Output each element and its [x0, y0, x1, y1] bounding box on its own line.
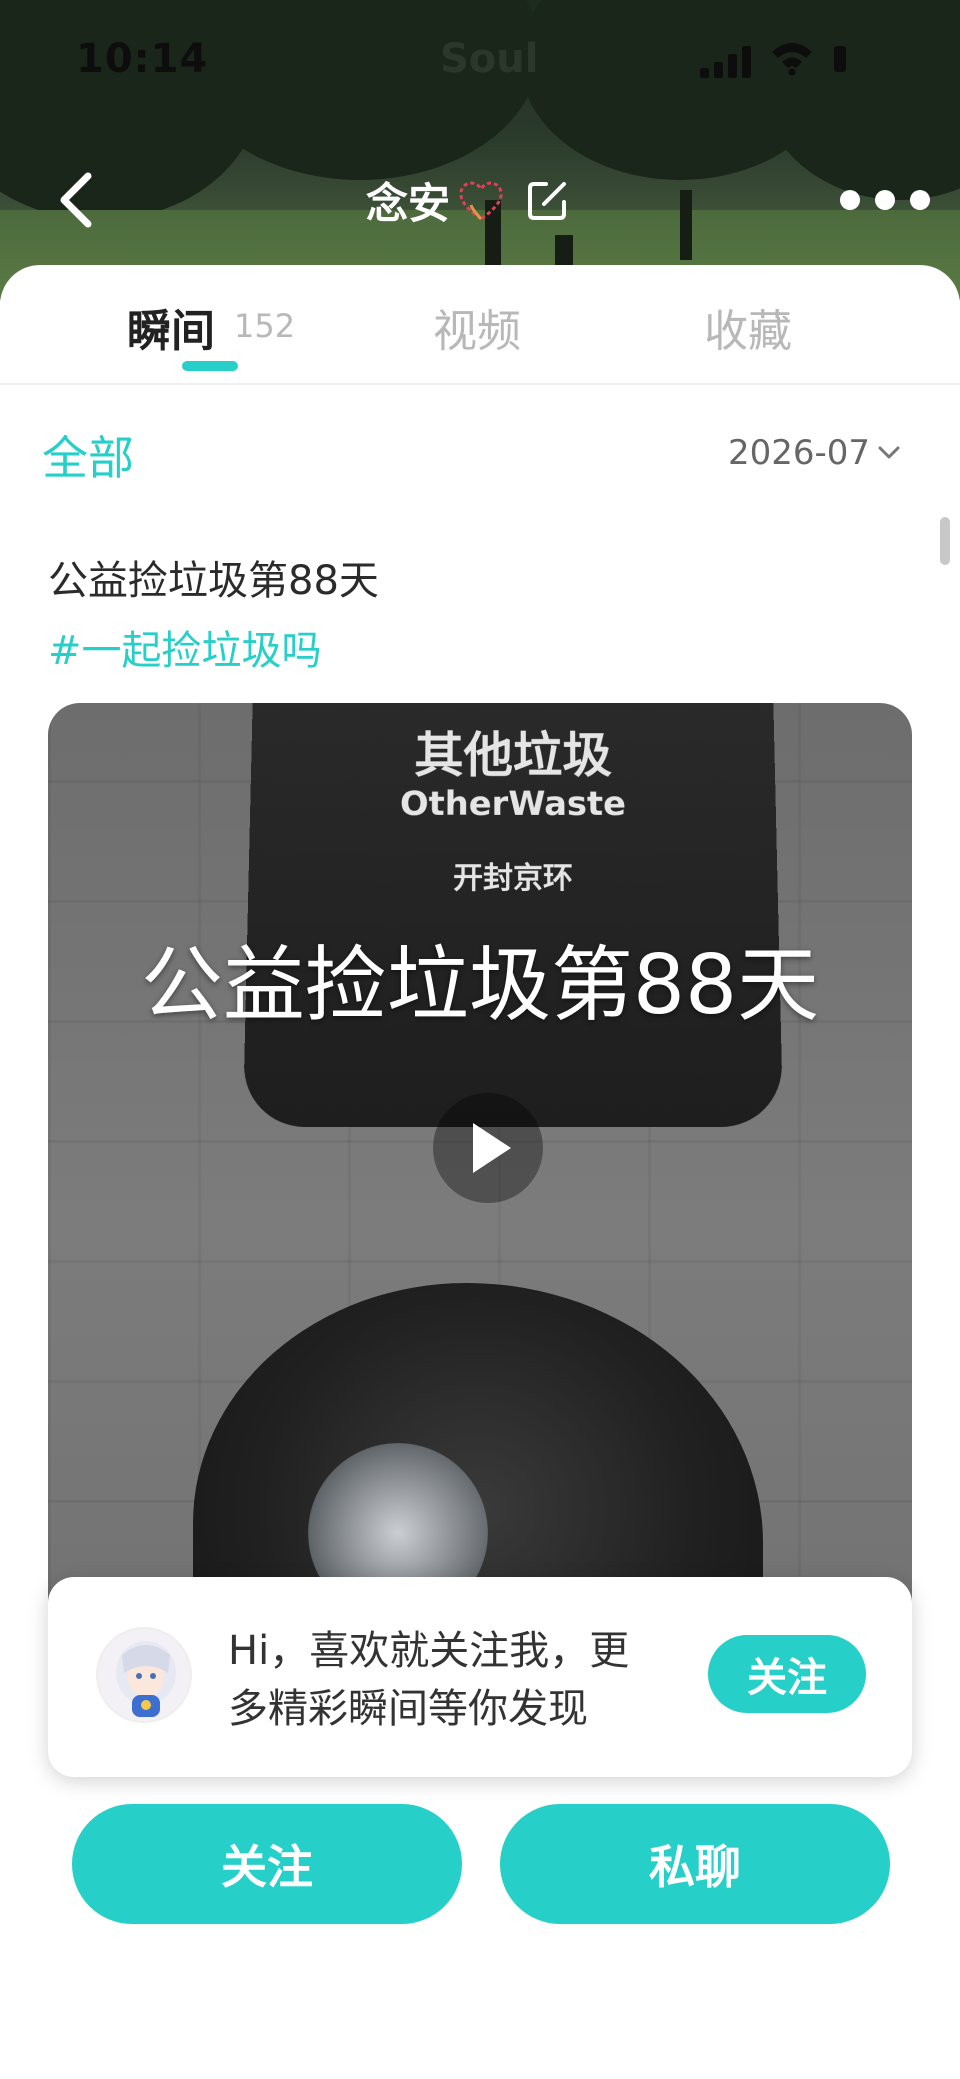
dot-icon	[910, 190, 930, 210]
bin-brand: 开封京环	[398, 853, 628, 897]
avatar[interactable]	[96, 1627, 192, 1723]
post-hashtag[interactable]: #一起捡垃圾吗	[48, 618, 322, 676]
more-options-button[interactable]	[840, 186, 930, 214]
profile-name: 念安	[366, 170, 450, 231]
back-icon[interactable]	[50, 168, 110, 232]
dot-icon	[840, 190, 860, 210]
tab-active-indicator	[182, 361, 238, 371]
follow-prompt-message: Hi，喜欢就关注我，更 多精彩瞬间等你发现	[228, 1622, 688, 1738]
status-bar: 10:14 Soul	[0, 30, 960, 90]
follow-button[interactable]: 关注	[72, 1804, 462, 1924]
app-watermark: Soul	[440, 36, 538, 82]
follow-prompt-line-1: Hi，喜欢就关注我，更	[228, 1622, 688, 1680]
status-time: 10:14	[76, 36, 208, 82]
filter-all[interactable]: 全部	[42, 422, 134, 488]
battery-icon	[834, 46, 846, 72]
private-chat-button[interactable]: 私聊	[500, 1804, 890, 1924]
prompt-follow-button[interactable]: 关注	[708, 1635, 866, 1713]
chevron-down-icon	[876, 440, 902, 466]
play-button[interactable]	[433, 1093, 543, 1203]
tab-moments[interactable]: 瞬间	[127, 295, 215, 359]
heart-icon	[454, 175, 508, 225]
video-caption: 公益捡垃圾第88天	[48, 918, 912, 1037]
trash-bin-image: 其他垃圾 OtherWaste 开封京环	[243, 703, 783, 1127]
post-text: 公益捡垃圾第88天	[48, 548, 379, 606]
profile-title: 念安	[366, 170, 572, 230]
edit-icon[interactable]	[524, 176, 572, 224]
cellular-signal-icon	[700, 44, 754, 78]
follow-prompt-card: Hi，喜欢就关注我，更 多精彩瞬间等你发现 关注	[48, 1577, 912, 1777]
bin-label-en: OtherWaste	[379, 785, 647, 824]
top-nav: 念安	[0, 160, 960, 240]
wifi-icon	[770, 40, 814, 76]
bin-label-cn: 其他垃圾	[379, 717, 646, 787]
tab-moments-count: 152	[234, 307, 295, 345]
tab-bar: 瞬间 152 视频 收藏	[0, 265, 960, 385]
follow-prompt-line-2: 多精彩瞬间等你发现	[228, 1680, 688, 1738]
date-filter-dropdown[interactable]: 2026-07	[728, 433, 902, 473]
dot-icon	[875, 190, 895, 210]
avatar-illustration-icon	[98, 1629, 192, 1723]
tab-favorites[interactable]: 收藏	[704, 295, 792, 359]
play-icon	[473, 1123, 511, 1173]
scrollbar-thumb[interactable]	[940, 517, 950, 565]
tab-videos[interactable]: 视频	[433, 295, 521, 359]
date-filter-value: 2026-07	[728, 433, 870, 473]
